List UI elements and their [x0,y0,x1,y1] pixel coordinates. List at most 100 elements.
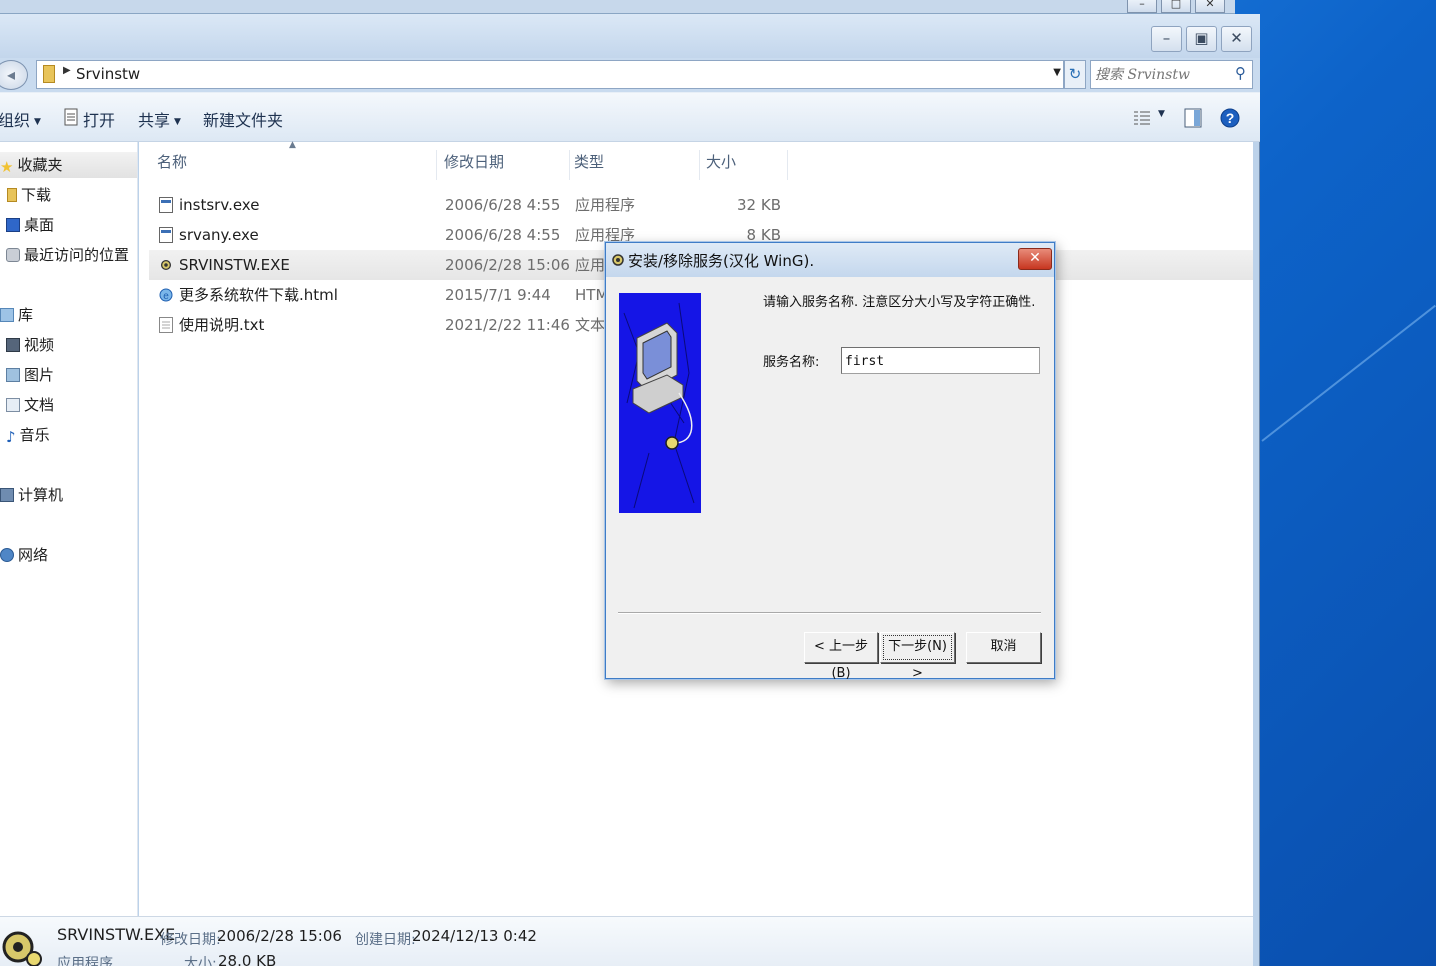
next-button[interactable]: 下一步(N) > [880,632,955,681]
network-icon [0,548,14,562]
details-type: 应用程序 [57,956,113,966]
open-icon [64,108,78,126]
help-icon[interactable]: ? [1220,107,1240,129]
dropdown-arrow-icon: ▼ [34,116,41,127]
nav-computer[interactable]: 计算机 [0,482,137,508]
file-size: 32 KB [737,196,781,214]
chevron-right-icon[interactable]: ▶ [63,65,71,76]
nav-label: 计算机 [18,486,64,504]
nav-downloads[interactable]: 下载 [0,182,137,208]
nav-pictures[interactable]: 图片 [0,362,137,388]
nav-recent[interactable]: 最近访问的位置 [0,242,137,268]
back-button[interactable]: < 上一步(B) [804,632,878,681]
column-header-size[interactable]: 大小 [706,150,788,180]
background-minimize-button[interactable]: – [1127,0,1157,13]
recent-places-icon [6,248,20,262]
text-file-icon [159,317,173,333]
dialog-prompt-text: 请输入服务名称. 注意区分大小写及字符正确性. [763,295,1036,310]
maximize-button[interactable]: ▣ [1186,26,1217,52]
nav-label: 桌面 [24,216,55,234]
nav-label: 文档 [24,396,55,414]
new-folder-button[interactable]: 新建文件夹 [203,107,283,131]
nav-label: 音乐 [19,426,50,444]
dropdown-arrow-icon: ▼ [174,116,181,127]
share-label: 共享 [138,111,171,130]
service-name-label: 服务名称: [763,355,820,370]
file-date: 2021/2/22 11:46 [445,316,570,334]
column-header-name[interactable]: 名称 [157,150,437,180]
details-size-value: 28.0 KB [218,952,277,966]
explorer-title-bar[interactable]: – ▣ ✕ [0,14,1260,58]
computer-icon [0,488,14,502]
background-close-button[interactable]: ✕ [1195,0,1225,13]
refresh-button[interactable]: ↻ [1064,60,1086,89]
details-created-value: 2024/12/13 0:42 [412,927,537,945]
file-name: instsrv.exe [179,196,260,214]
column-header-date[interactable]: 修改日期 [444,150,570,180]
gear-app-icon [612,254,624,266]
desktop-icon [6,218,20,232]
nav-favorites[interactable]: ★ 收藏夹 [0,152,137,178]
nav-desktop[interactable]: 桌面 [0,212,137,238]
exe-file-icon [159,197,173,213]
back-forward-button[interactable]: ◂ [0,60,28,90]
nav-videos[interactable]: 视频 [0,332,137,358]
nav-label: 最近访问的位置 [24,246,130,264]
address-row: ◂ ▶ Srvinstw ▼ ↻ ⚲ [0,58,1260,92]
preview-pane-icon[interactable] [1184,108,1202,128]
close-button[interactable]: ✕ [1221,26,1252,52]
view-dropdown-icon[interactable]: ▼ [1158,109,1165,119]
search-input[interactable] [1095,64,1225,85]
gear-app-icon [2,931,42,966]
install-service-dialog: 安装/移除服务(汉化 WinG). ✕ 请输入服务名称. 注意区分大小写及字符正… [605,242,1055,681]
file-type: 应用程序 [575,196,636,214]
nav-network[interactable]: 网络 [0,542,137,568]
dialog-separator [618,612,1041,614]
share-menu[interactable]: 共享 ▼ [138,107,181,131]
minimize-button[interactable]: – [1151,26,1182,52]
details-size-label: 大小: [184,956,217,966]
details-created-label: 创建日期: [355,932,416,948]
computer-illustration-icon [623,302,695,509]
background-window-edge: – □ ✕ [0,0,1235,14]
address-bar[interactable]: ▶ Srvinstw ▼ [36,60,1064,89]
dialog-title: 安装/移除服务(汉化 WinG). [628,252,815,270]
dialog-close-button[interactable]: ✕ [1018,248,1052,270]
view-options-icon[interactable] [1133,109,1151,127]
file-date: 2006/6/28 4:55 [445,196,561,214]
service-name-input[interactable] [841,347,1040,374]
downloads-folder-icon [7,188,17,202]
column-header-type[interactable]: 类型 [574,150,700,180]
svg-text:?: ? [1226,110,1235,126]
open-button[interactable]: 打开 [83,107,115,131]
address-dropdown-icon[interactable]: ▼ [1053,67,1061,78]
star-icon: ★ [0,158,14,176]
search-box[interactable]: ⚲ [1090,60,1253,89]
wizard-illustration [619,293,701,513]
nav-documents[interactable]: 文档 [0,392,137,418]
sort-arrow-icon: ▲ [289,140,296,150]
navigation-pane: ★ 收藏夹 下载 桌面 最近访问的位置 库 视频 图片 文档 ♪ 音乐 计算机 网络 [0,142,138,916]
exe-file-icon [159,227,173,243]
details-modified-value: 2006/2/28 15:06 [217,927,342,945]
file-row[interactable]: instsrv.exe 2006/6/28 4:55 应用程序 32 KB [153,190,1203,220]
documents-icon [6,398,20,412]
nav-label: 网络 [18,546,49,564]
libraries-icon [0,308,14,322]
file-name: 更多系统软件下载.html [179,286,338,304]
search-icon[interactable]: ⚲ [1235,64,1246,82]
nav-libraries[interactable]: 库 [0,302,137,328]
nav-label: 图片 [24,366,55,384]
organize-menu[interactable]: 组织 ▼ [0,107,41,131]
details-file-name: SRVINSTW.EXE [57,925,176,944]
folder-icon [43,65,55,83]
organize-label: 组织 [0,111,31,130]
breadcrumb-srvinstw[interactable]: Srvinstw [76,65,140,83]
background-maximize-button[interactable]: □ [1161,0,1191,13]
dialog-title-bar[interactable]: 安装/移除服务(汉化 WinG). ✕ [606,243,1054,277]
nav-music[interactable]: ♪ 音乐 [0,422,137,448]
details-pane: SRVINSTW.EXE 修改日期: 2006/2/28 15:06 创建日期:… [0,916,1253,966]
music-icon: ♪ [6,428,16,446]
cancel-button[interactable]: 取消 [966,632,1041,663]
details-modified-label: 修改日期: [160,932,221,948]
